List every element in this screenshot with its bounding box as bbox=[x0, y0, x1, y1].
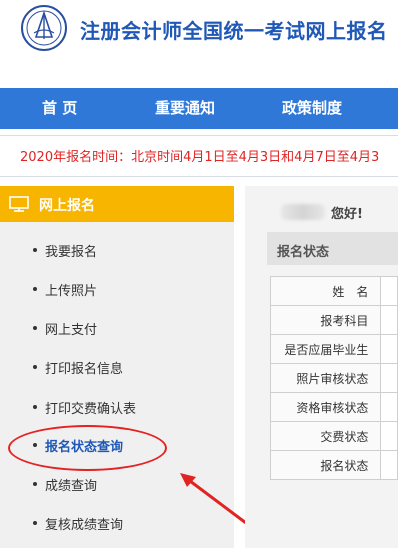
table-row: 报考科目 bbox=[269, 305, 398, 335]
cicpa-logo-icon bbox=[21, 5, 67, 51]
row-label-graduate: 是否应届毕业生 bbox=[269, 334, 382, 364]
sidebar-item-online-payment[interactable]: 网上支付 bbox=[0, 315, 234, 341]
main-panel: 您好! 报名状态 姓 名 报考科目 是否应届毕业生 照片审核状态 资格审核状态 … bbox=[245, 186, 398, 548]
nav-item-home[interactable]: 首 页 bbox=[42, 88, 77, 129]
row-value bbox=[380, 305, 398, 335]
row-label-payment-status: 交费状态 bbox=[269, 421, 382, 451]
row-label-name: 姓 名 bbox=[269, 276, 382, 306]
row-value bbox=[380, 276, 398, 306]
sidebar-item-score-query[interactable]: 成绩查询 bbox=[0, 471, 234, 497]
table-row: 照片审核状态 bbox=[269, 363, 398, 393]
bullet-icon bbox=[33, 521, 37, 525]
sidebar-item-registration-status[interactable]: 报名状态查询 bbox=[0, 432, 234, 458]
sidebar-item-label: 上传照片 bbox=[45, 284, 98, 299]
table-row: 交费状态 bbox=[269, 421, 398, 451]
bullet-icon bbox=[33, 443, 37, 447]
sidebar-item-label: 复核成绩查询 bbox=[45, 518, 124, 533]
site-title: 注册会计师全国统一考试网上报名 bbox=[80, 19, 388, 43]
table-row: 是否应届毕业生 bbox=[269, 334, 398, 364]
sidebar-item-label: 报名状态查询 bbox=[45, 440, 124, 455]
sidebar-item-score-review-query[interactable]: 复核成绩查询 bbox=[0, 510, 234, 536]
status-table: 姓 名 报考科目 是否应届毕业生 照片审核状态 资格审核状态 交费状态 报名状态 bbox=[269, 276, 398, 480]
bullet-icon bbox=[33, 287, 37, 291]
bullet-icon bbox=[33, 248, 37, 252]
table-row: 资格审核状态 bbox=[269, 392, 398, 422]
row-value bbox=[380, 450, 398, 480]
sidebar: 网上报名 我要报名 上传照片 网上支付 打印报名信息 打印交费确认表 报名状态查… bbox=[0, 186, 234, 548]
bullet-icon bbox=[33, 482, 37, 486]
nav-item-notices[interactable]: 重要通知 bbox=[155, 88, 215, 129]
bullet-icon bbox=[33, 405, 37, 409]
sidebar-title: 网上报名 bbox=[39, 198, 95, 214]
sidebar-item-label: 我要报名 bbox=[45, 245, 98, 260]
table-row: 报名状态 bbox=[269, 450, 398, 480]
row-label-subjects: 报考科目 bbox=[269, 305, 382, 335]
greeting-bar: 您好! bbox=[257, 186, 398, 232]
row-value bbox=[380, 421, 398, 451]
row-value bbox=[380, 363, 398, 393]
sidebar-item-upload-photo[interactable]: 上传照片 bbox=[0, 276, 234, 302]
greeting-text: 您好! bbox=[331, 207, 363, 222]
blurred-username bbox=[281, 204, 325, 220]
sidebar-header: 网上报名 bbox=[0, 186, 234, 222]
sidebar-item-label: 网上支付 bbox=[45, 323, 98, 338]
notice-bar: 2020年报名时间：北京时间4月1日至4月3日和4月7日至4月3 bbox=[0, 135, 398, 177]
sidebar-item-print-registration[interactable]: 打印报名信息 bbox=[0, 354, 234, 380]
row-label-qualification-review: 资格审核状态 bbox=[269, 392, 382, 422]
sidebar-item-label: 打印交费确认表 bbox=[45, 402, 137, 417]
page-header: 注册会计师全国统一考试网上报名 bbox=[0, 0, 398, 88]
status-section-title: 报名状态 bbox=[277, 245, 330, 260]
sidebar-item-print-payment-confirmation[interactable]: 打印交费确认表 bbox=[0, 394, 234, 420]
main-nav: 首 页 重要通知 政策制度 bbox=[0, 88, 398, 129]
sidebar-item-register[interactable]: 我要报名 bbox=[0, 237, 234, 263]
row-label-photo-review: 照片审核状态 bbox=[269, 363, 382, 393]
notice-text: 2020年报名时间：北京时间4月1日至4月3日和4月7日至4月3 bbox=[20, 150, 380, 165]
sidebar-item-label: 打印报名信息 bbox=[45, 362, 124, 377]
row-label-registration-status: 报名状态 bbox=[269, 450, 382, 480]
monitor-icon bbox=[9, 196, 29, 212]
status-section-header: 报名状态 bbox=[267, 232, 398, 265]
bullet-icon bbox=[33, 365, 37, 369]
table-row: 姓 名 bbox=[269, 276, 398, 306]
row-value bbox=[380, 392, 398, 422]
bullet-icon bbox=[33, 326, 37, 330]
sidebar-item-label: 成绩查询 bbox=[45, 479, 98, 494]
nav-item-policies[interactable]: 政策制度 bbox=[282, 88, 342, 129]
row-value bbox=[380, 334, 398, 364]
